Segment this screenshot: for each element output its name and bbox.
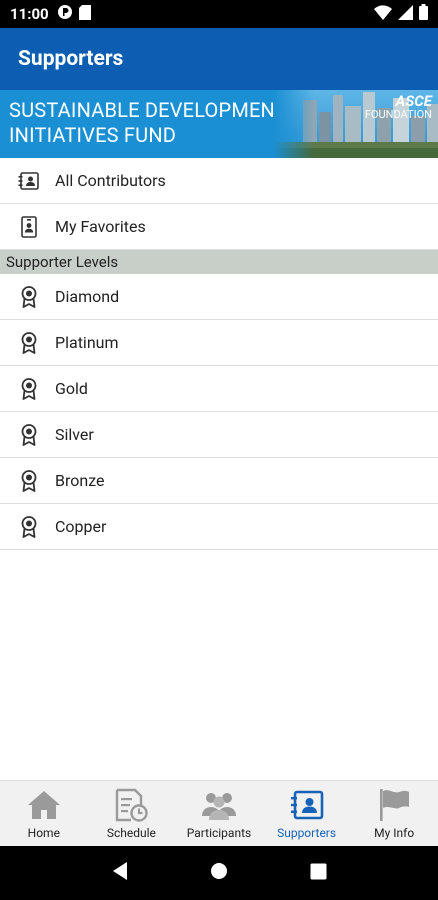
list-item-bronze[interactable]: Bronze: [0, 458, 438, 504]
banner-line-1: SUSTAINABLE DEVELOPMENT: [9, 98, 287, 122]
tab-my-info[interactable]: My Info: [350, 781, 438, 846]
banner-title: SUSTAINABLE DEVELOPMENT INITIATIVES FUND: [9, 98, 287, 148]
list-item-all-contributors[interactable]: All Contributors: [0, 158, 438, 204]
list-item-label: Bronze: [55, 471, 105, 490]
sponsor-banner[interactable]: SUSTAINABLE DEVELOPMENT INITIATIVES FUND: [0, 90, 438, 158]
recents-icon[interactable]: [310, 863, 327, 884]
page-title: Supporters: [18, 47, 124, 71]
contacts-card-icon: [18, 170, 40, 192]
flag-icon: [376, 787, 412, 823]
list-item-label: All Contributors: [55, 171, 166, 190]
system-nav-bar: [0, 846, 438, 900]
sim-card-icon: [78, 4, 91, 24]
list-item-platinum[interactable]: Platinum: [0, 320, 438, 366]
list-item-silver[interactable]: Silver: [0, 412, 438, 458]
tab-label: Participants: [186, 826, 252, 840]
badge-person-icon: [18, 215, 40, 238]
home-circle-icon[interactable]: [210, 862, 228, 884]
supporters-list: All Contributors My Favorites Supporter …: [0, 158, 438, 550]
tab-supporters[interactable]: Supporters: [263, 781, 351, 846]
bottom-tab-bar: Home Schedule Participants Supporters My…: [0, 780, 438, 846]
notification-circle-icon: [57, 4, 73, 24]
tab-label: My Info: [374, 826, 415, 840]
list-item-label: Silver: [55, 425, 94, 444]
tab-label: Supporters: [277, 826, 337, 840]
home-icon: [26, 787, 62, 823]
award-ribbon-icon: [18, 423, 40, 446]
signal-icon: [398, 4, 413, 24]
tab-home[interactable]: Home: [0, 781, 88, 846]
tab-participants[interactable]: Participants: [175, 781, 263, 846]
asce-foundation-logo: ASCE FOUNDATION: [364, 92, 432, 122]
list-item-label: Platinum: [55, 333, 119, 352]
battery-icon: [419, 4, 428, 24]
award-ribbon-icon: [18, 515, 40, 538]
award-ribbon-icon: [18, 285, 40, 308]
list-item-copper[interactable]: Copper: [0, 504, 438, 550]
status-bar: 11:00: [0, 0, 438, 28]
award-ribbon-icon: [18, 469, 40, 492]
award-ribbon-icon: [18, 331, 40, 354]
list-item-my-favorites[interactable]: My Favorites: [0, 204, 438, 250]
list-item-label: My Favorites: [55, 217, 146, 236]
list-item-diamond[interactable]: Diamond: [0, 274, 438, 320]
list-item-gold[interactable]: Gold: [0, 366, 438, 412]
list-item-label: Copper: [55, 517, 107, 536]
tab-label: Home: [27, 826, 60, 840]
list-item-label: Diamond: [55, 287, 120, 306]
status-time: 11:00: [10, 5, 49, 23]
schedule-icon: [113, 787, 149, 823]
tab-schedule[interactable]: Schedule: [88, 781, 176, 846]
back-icon[interactable]: [111, 861, 129, 885]
award-ribbon-icon: [18, 377, 40, 400]
banner-line-2: INITIATIVES FUND: [9, 123, 177, 147]
wifi-icon: [374, 4, 392, 24]
app-bar: Supporters: [0, 28, 438, 90]
section-header-supporter-levels: Supporter Levels: [0, 250, 438, 274]
contacts-card-icon: [289, 787, 325, 823]
tab-label: Schedule: [106, 826, 156, 840]
list-item-label: Gold: [55, 379, 88, 398]
people-icon: [201, 787, 237, 823]
